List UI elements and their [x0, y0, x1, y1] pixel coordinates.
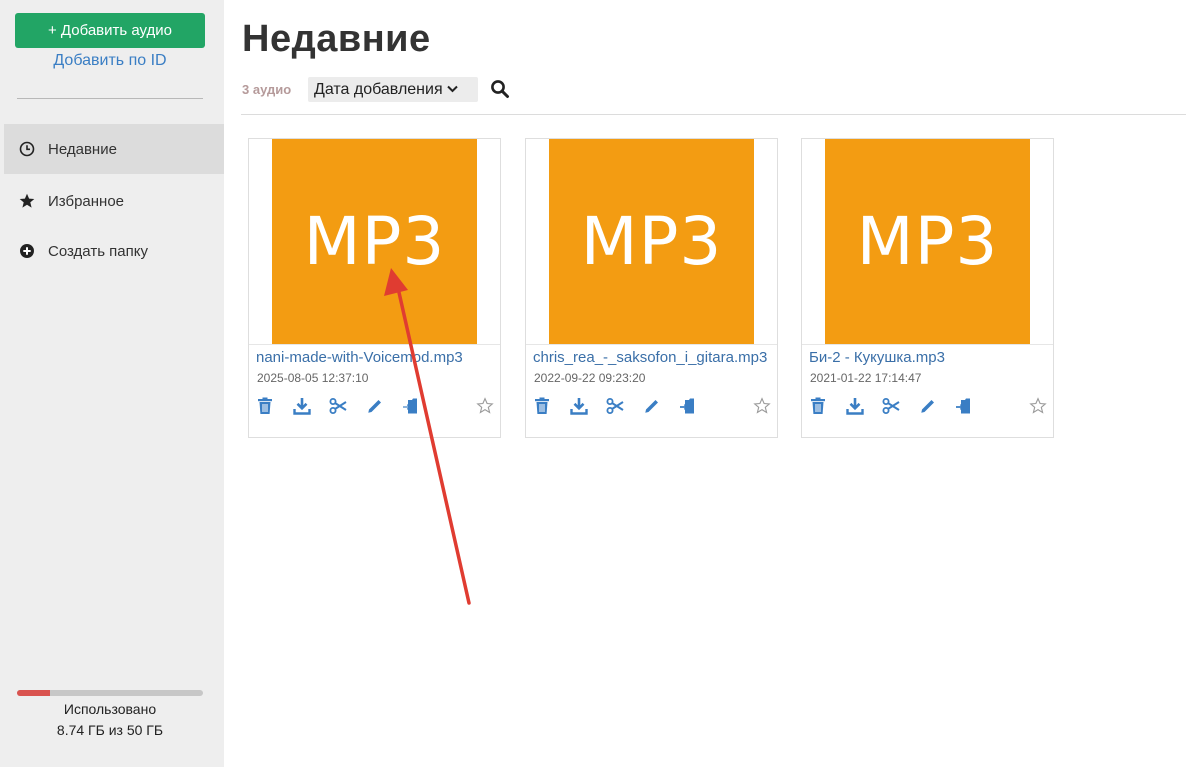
favorite-star-icon[interactable]	[1029, 397, 1047, 415]
move-to-folder-icon[interactable]	[679, 397, 697, 415]
audio-card[interactable]: MP3 chris_rea_-_saksofon_i_gitara.mp3 20…	[525, 138, 778, 438]
star-icon	[19, 193, 35, 209]
chevron-down-icon	[446, 84, 458, 96]
audio-card[interactable]: MP3 Би-2 - Кукушка.mp3 2021-01-22 17:14:…	[801, 138, 1054, 438]
card-actions	[256, 397, 496, 417]
favorite-star-icon[interactable]	[476, 397, 494, 415]
card-actions	[809, 397, 1049, 417]
sidebar-divider	[17, 98, 203, 99]
storage-usage-fill	[17, 690, 50, 696]
page-title: Недавние	[242, 18, 431, 60]
clock-icon	[19, 141, 35, 157]
add-audio-button[interactable]: + Добавить аудио	[15, 13, 205, 48]
pencil-icon[interactable]	[366, 397, 384, 415]
favorite-star-icon[interactable]	[753, 397, 771, 415]
sort-selected-value: Дата добавления	[314, 80, 443, 98]
file-name[interactable]: nani-made-with-Voicemod.mp3	[256, 349, 496, 366]
add-by-id-link[interactable]: Добавить по ID	[15, 52, 205, 70]
card-divider	[526, 344, 777, 345]
scissors-icon[interactable]	[882, 397, 900, 415]
download-icon[interactable]	[570, 397, 588, 415]
audio-card[interactable]: MP3 nani-made-with-Voicemod.mp3 2025-08-…	[248, 138, 501, 438]
mp3-thumbnail[interactable]: MP3	[272, 139, 477, 344]
file-date: 2025-08-05 12:37:10	[257, 371, 369, 385]
pencil-icon[interactable]	[643, 397, 661, 415]
sidebar-item-recent[interactable]: Недавние	[4, 124, 224, 174]
storage-usage-label: Использовано	[63, 701, 157, 717]
mp3-thumbnail[interactable]: MP3	[549, 139, 754, 344]
sidebar-item-create-folder[interactable]: Создать папку	[4, 226, 224, 276]
download-icon[interactable]	[846, 397, 864, 415]
card-divider	[802, 344, 1053, 345]
trash-icon[interactable]	[256, 397, 274, 415]
scissors-icon[interactable]	[329, 397, 347, 415]
trash-icon[interactable]	[533, 397, 551, 415]
move-to-folder-icon[interactable]	[402, 397, 420, 415]
plus-circle-icon	[19, 243, 35, 259]
download-icon[interactable]	[293, 397, 311, 415]
storage-usage-value: 8.74 ГБ из 50 ГБ	[56, 722, 164, 738]
sort-select[interactable]: Дата добавления	[308, 77, 478, 102]
move-to-folder-icon[interactable]	[955, 397, 973, 415]
file-name[interactable]: Би-2 - Кукушка.mp3	[809, 349, 1049, 366]
storage-usage-bar	[17, 690, 203, 696]
pencil-icon[interactable]	[919, 397, 937, 415]
file-name[interactable]: chris_rea_-_saksofon_i_gitara.mp3	[533, 349, 773, 366]
sidebar-item-label: Избранное	[48, 192, 125, 210]
card-actions	[533, 397, 773, 417]
sidebar-item-label: Недавние	[48, 140, 117, 158]
sidebar: + Добавить аудио Добавить по ID Недавние…	[0, 0, 224, 767]
sidebar-item-favorites[interactable]: Избранное	[4, 176, 224, 226]
audio-count: 3 аудио	[242, 82, 292, 97]
file-date: 2021-01-22 17:14:47	[810, 371, 922, 385]
search-icon[interactable]	[490, 79, 510, 99]
scissors-icon[interactable]	[606, 397, 624, 415]
trash-icon[interactable]	[809, 397, 827, 415]
file-date: 2022-09-22 09:23:20	[534, 371, 646, 385]
header-divider	[241, 114, 1186, 115]
mp3-thumbnail[interactable]: MP3	[825, 139, 1030, 344]
card-divider	[249, 344, 500, 345]
sidebar-item-label: Создать папку	[48, 242, 148, 260]
